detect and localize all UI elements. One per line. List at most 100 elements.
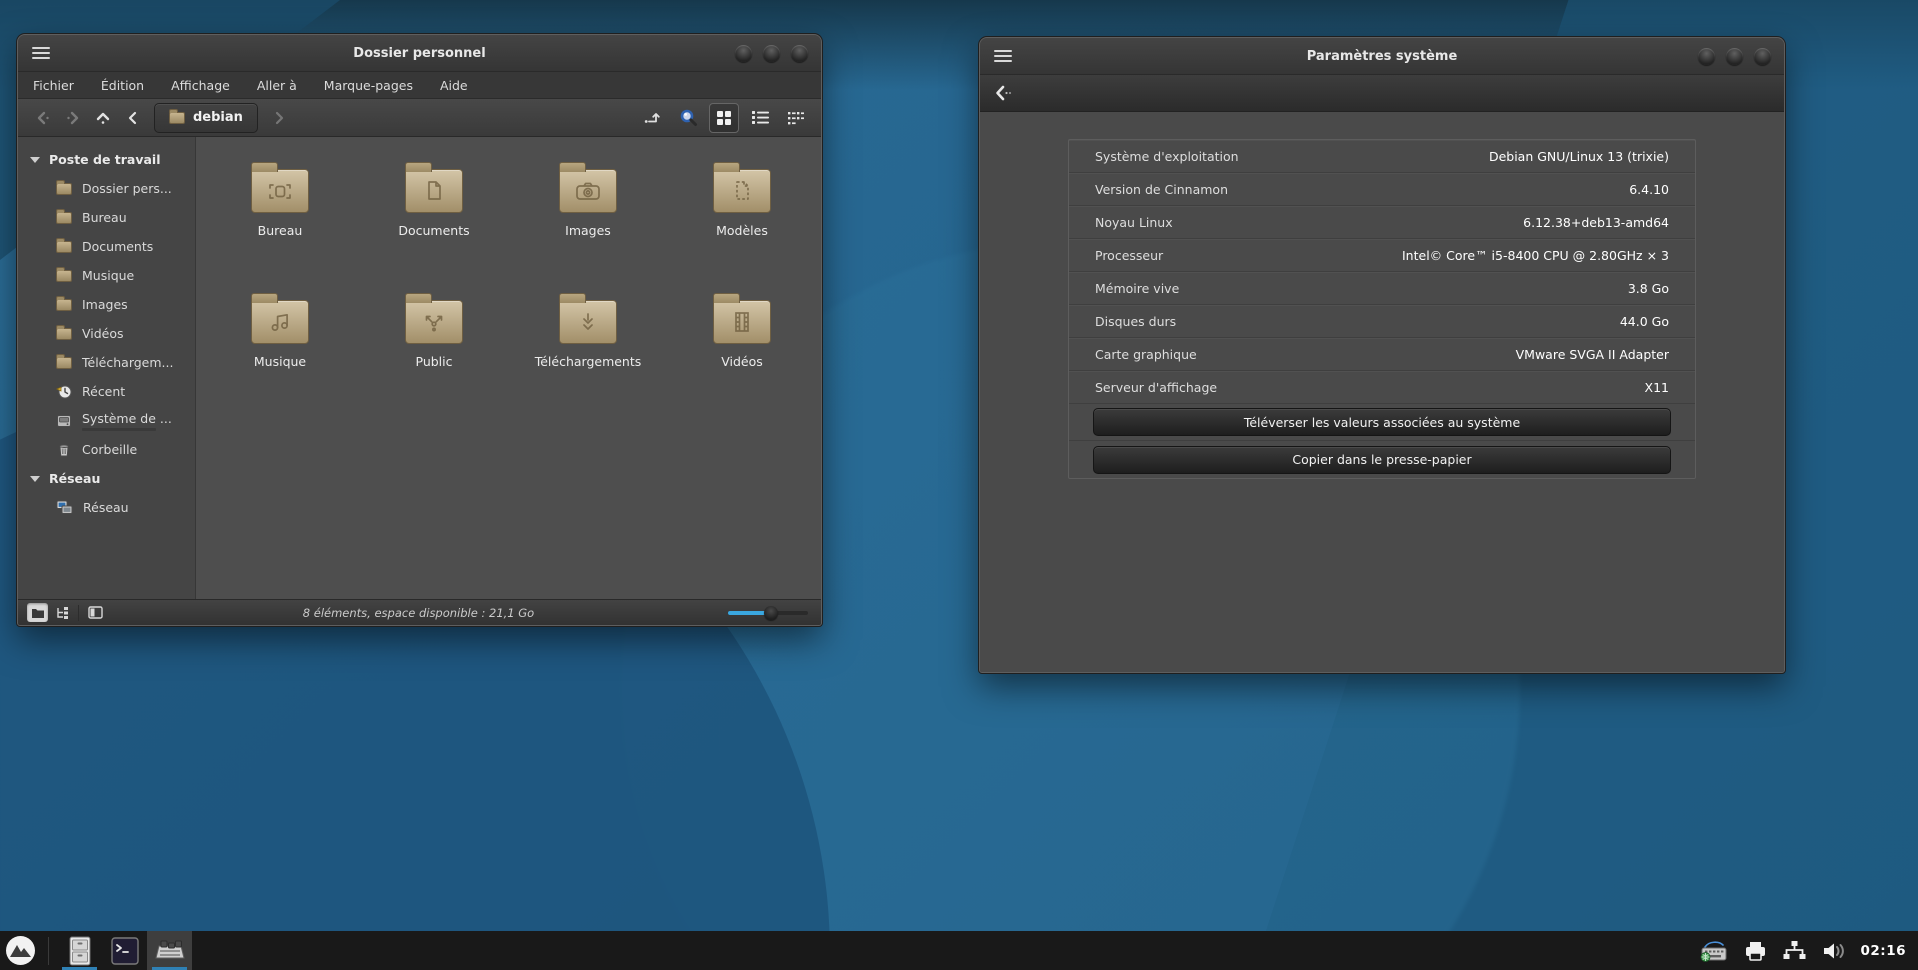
menu-affichage[interactable]: Affichage (171, 78, 230, 93)
fm-titlebar[interactable]: Dossier personnel (18, 35, 821, 72)
toggle-sidebar-button[interactable] (85, 603, 106, 622)
info-row-kernel: Noyau Linux 6.12.38+deb13-amd64 (1069, 206, 1695, 239)
info-row-disks: Disques durs 44.0 Go (1069, 305, 1695, 338)
status-text: 8 éléments, espace disponible : 21,1 Go (109, 606, 728, 620)
up-button[interactable] (88, 103, 118, 133)
close-button[interactable] (791, 45, 808, 62)
hamburger-menu-icon[interactable] (32, 47, 50, 59)
sidebar-item-corbeille[interactable]: Corbeille (18, 435, 195, 464)
show-treeview-button[interactable] (51, 603, 72, 622)
hamburger-menu-icon[interactable] (994, 50, 1012, 62)
sidebar-item-images[interactable]: Images (18, 290, 195, 319)
file-grid: Bureau Documents Images Modèles (196, 137, 821, 599)
file-images[interactable]: Images (511, 151, 665, 282)
copy-clipboard-row: Copier dans le presse-papier (1069, 441, 1695, 478)
file-musique[interactable]: Musique (203, 282, 357, 413)
trash-icon (56, 442, 72, 458)
pictures-folder-icon (56, 299, 72, 311)
distro-logo-icon (5, 935, 36, 966)
network-icon[interactable] (1782, 940, 1807, 961)
file-documents[interactable]: Documents (357, 151, 511, 282)
info-row-cinnamon-version: Version de Cinnamon 6.4.10 (1069, 173, 1695, 206)
breadcrumb-right-chevron[interactable] (264, 103, 294, 133)
file-telechargements[interactable]: Téléchargements (511, 282, 665, 413)
info-row-graphics: Carte graphique VMware SVGA II Adapter (1069, 338, 1695, 371)
sidebar-item-musique[interactable]: Musique (18, 261, 195, 290)
volume-icon[interactable] (1822, 941, 1846, 961)
settings-content: Système d'exploitation Debian GNU/Linux … (980, 112, 1784, 672)
desktop-folder-icon (56, 212, 72, 224)
breadcrumb-left-chevron[interactable] (118, 103, 148, 133)
menu-aide[interactable]: Aide (440, 78, 468, 93)
fm-toolbar: debian (18, 99, 821, 137)
back-button[interactable] (28, 103, 58, 133)
sidebar-item-recent[interactable]: Récent (18, 377, 195, 406)
taskbar: 02:16 (0, 931, 1918, 970)
maximize-button[interactable] (763, 45, 780, 62)
settings-toolbar (980, 75, 1784, 112)
sidebar-item-systeme-de-fichiers[interactable]: Système de ... (18, 406, 195, 435)
file-videos[interactable]: Vidéos (665, 282, 819, 413)
taskbar-app-terminal[interactable] (102, 931, 147, 970)
upload-system-values-button[interactable]: Téléverser les valeurs associées au syst… (1093, 408, 1671, 436)
sidebar-section-poste-de-travail[interactable]: Poste de travail (18, 145, 195, 174)
system-info-table: Système d'exploitation Debian GNU/Linux … (1068, 139, 1696, 479)
network-icon (56, 500, 73, 515)
file-bureau[interactable]: Bureau (203, 151, 357, 282)
expander-triangle-icon[interactable] (30, 157, 40, 163)
settings-window-title: Paramètres système (980, 49, 1784, 64)
keyboard-layout-icon[interactable] (1699, 940, 1729, 962)
minimize-button[interactable] (735, 45, 752, 62)
show-places-button[interactable] (27, 603, 48, 622)
copy-to-clipboard-button[interactable]: Copier dans le presse-papier (1093, 446, 1671, 474)
settings-titlebar[interactable]: Paramètres système (980, 38, 1784, 75)
menu-edition[interactable]: Édition (101, 78, 144, 93)
icon-view-button[interactable] (709, 103, 739, 133)
fm-sidebar: Poste de travail Dossier pers... Bureau … (18, 137, 196, 599)
sidebar-section-reseau[interactable]: Réseau (18, 464, 195, 493)
sidebar-item-dossier-personnel[interactable]: Dossier pers... (18, 174, 195, 203)
forward-button[interactable] (58, 103, 88, 133)
sidebar-item-bureau[interactable]: Bureau (18, 203, 195, 232)
videos-folder-icon (56, 328, 72, 340)
system-settings-window: Paramètres système Système d'exploitatio… (979, 37, 1785, 673)
sidebar-item-reseau[interactable]: Réseau (18, 493, 195, 522)
printer-icon[interactable] (1744, 940, 1767, 961)
downloads-folder-icon (56, 357, 72, 369)
search-icon[interactable] (673, 103, 703, 133)
expander-triangle-icon[interactable] (30, 476, 40, 482)
path-button-label: debian (193, 110, 243, 125)
file-modeles[interactable]: Modèles (665, 151, 819, 282)
fm-statusbar: 8 éléments, espace disponible : 21,1 Go (18, 599, 821, 625)
back-arrow-icon[interactable] (995, 85, 1015, 101)
compact-view-button[interactable] (781, 103, 811, 133)
zoom-slider[interactable] (728, 606, 808, 620)
close-button[interactable] (1754, 48, 1771, 65)
pictures-folder-icon (559, 169, 617, 213)
minimize-button[interactable] (1698, 48, 1715, 65)
toggle-location-entry-icon[interactable] (637, 103, 667, 133)
taskbar-separator (48, 937, 49, 965)
taskbar-app-system-settings[interactable] (147, 931, 192, 970)
sidebar-item-videos[interactable]: Vidéos (18, 319, 195, 348)
settings-mixer-icon (155, 938, 185, 964)
info-row-display-server: Serveur d'affichage X11 (1069, 371, 1695, 404)
music-folder-icon (251, 300, 309, 344)
path-button-debian[interactable]: debian (154, 103, 258, 133)
menu-aller-a[interactable]: Aller à (257, 78, 297, 93)
menu-fichier[interactable]: Fichier (33, 78, 74, 93)
list-view-button[interactable] (745, 103, 775, 133)
sidebar-item-telechargements[interactable]: Téléchargem... (18, 348, 195, 377)
home-folder-icon (169, 112, 185, 124)
sidebar-item-documents[interactable]: Documents (18, 232, 195, 261)
file-public[interactable]: Public (357, 282, 511, 413)
menu-button[interactable] (0, 931, 40, 970)
clock[interactable]: 02:16 (1861, 943, 1906, 959)
documents-folder-icon (405, 169, 463, 213)
maximize-button[interactable] (1726, 48, 1743, 65)
zoom-slider-knob[interactable] (764, 606, 778, 620)
taskbar-app-file-manager[interactable] (57, 931, 102, 970)
info-row-memory: Mémoire vive 3.8 Go (1069, 272, 1695, 305)
fm-menubar: Fichier Édition Affichage Aller à Marque… (18, 72, 821, 99)
menu-marque-pages[interactable]: Marque-pages (324, 78, 413, 93)
